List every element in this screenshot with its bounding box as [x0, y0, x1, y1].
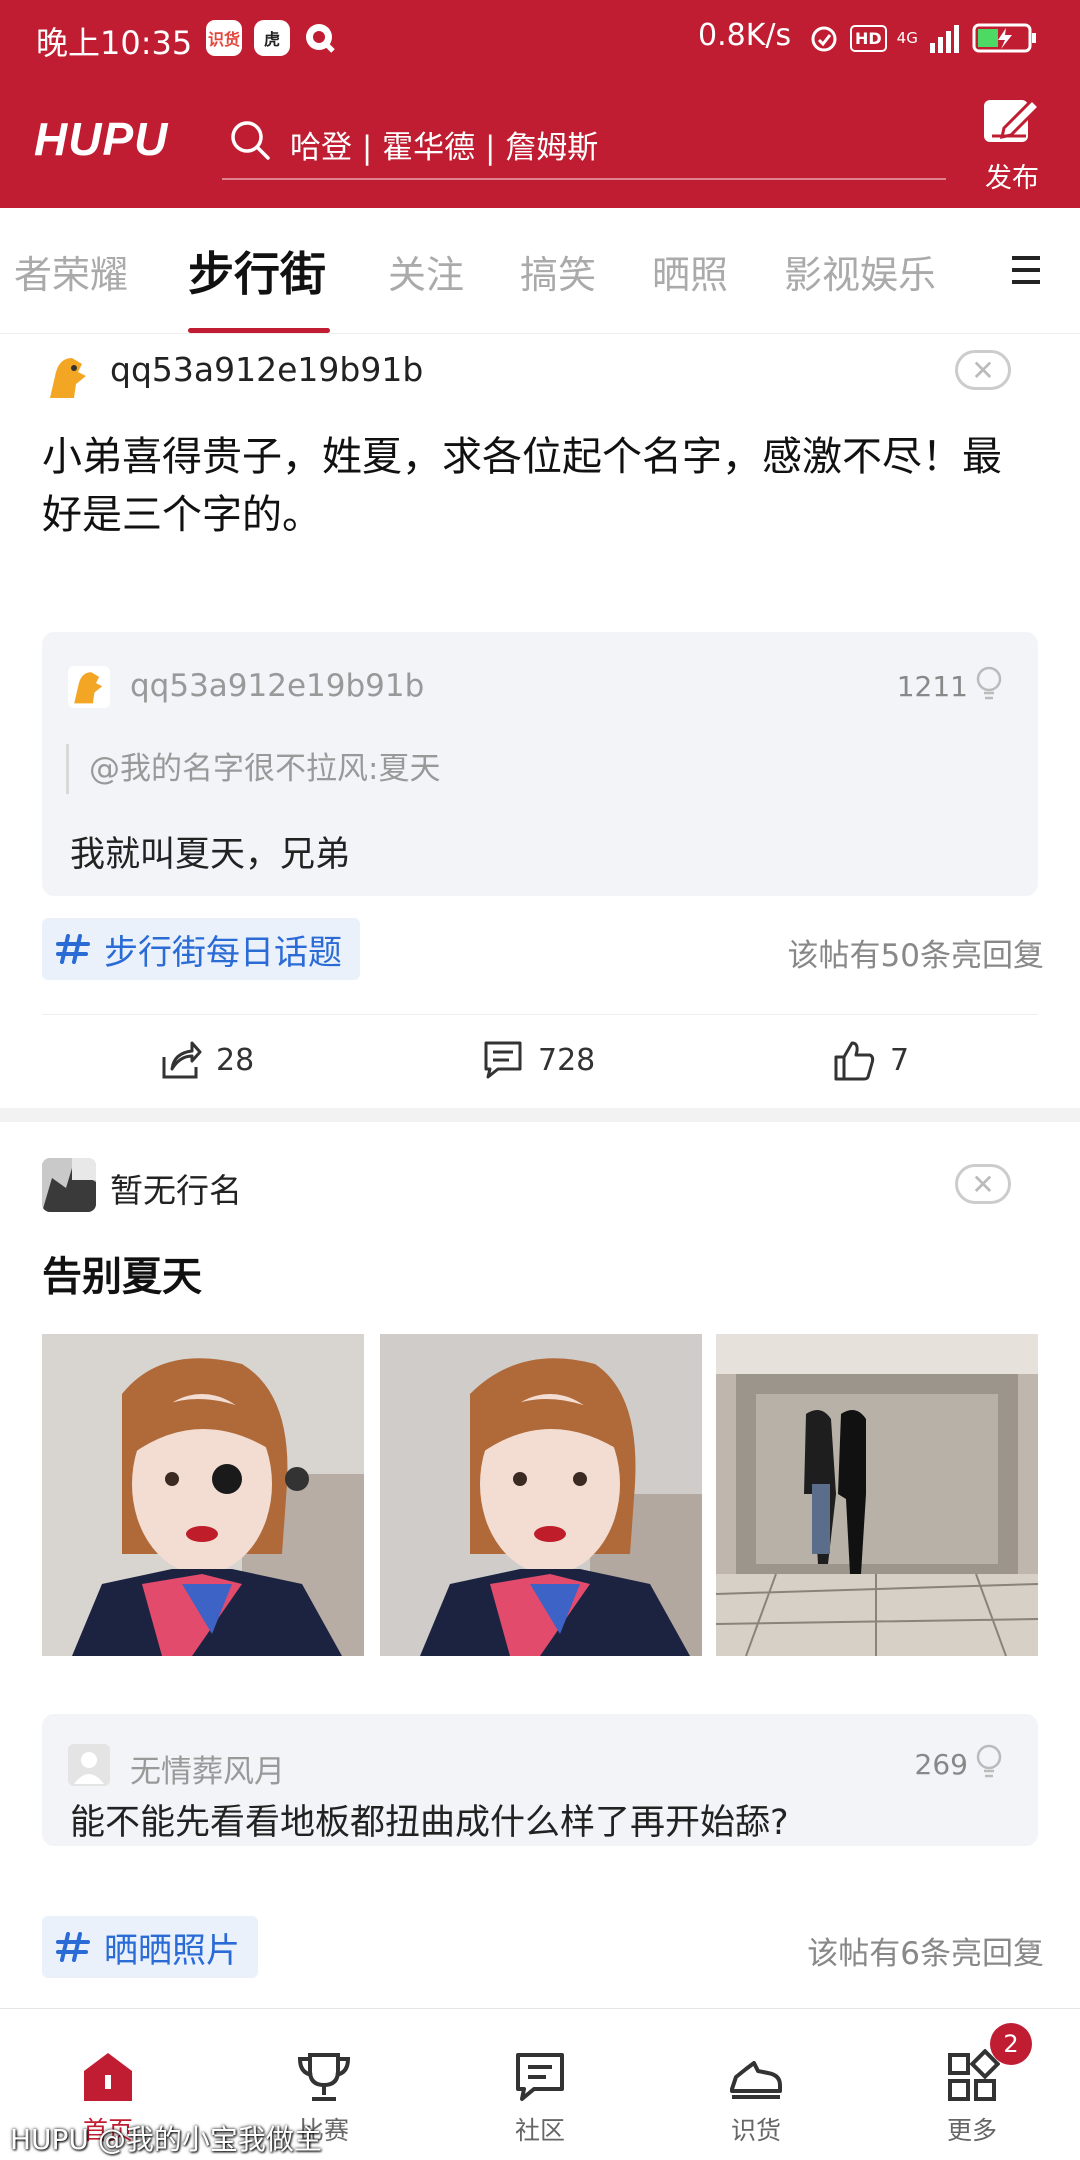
highlight-reply-count[interactable]: 该帖有50条亮回复 — [788, 930, 1044, 975]
channel-tabs: 者荣耀 步行街 关注 搞笑 晒照 影视娱乐 — [0, 208, 1080, 334]
hd-icon: HD — [850, 24, 887, 52]
tab-bxj[interactable]: 步行街 — [188, 238, 326, 304]
trophy-icon — [297, 2053, 351, 2101]
status-icons: HD 4G — [808, 20, 1038, 56]
close-icon: ✕ — [971, 1167, 995, 1201]
avatar[interactable] — [42, 1158, 96, 1212]
username[interactable]: 暂无行名 — [110, 1164, 242, 1212]
reply-like-count: 269 — [914, 1748, 968, 1781]
reply-username: qq53a912e19b91b — [130, 668, 425, 704]
tab-funny[interactable]: 搞笑 — [520, 244, 596, 299]
topic-icon — [56, 1932, 90, 1962]
share-button[interactable]: 28 — [160, 1039, 254, 1081]
reply-like-count: 1211 — [896, 670, 968, 703]
notification-badge: 2 — [990, 2023, 1032, 2065]
share-count: 28 — [216, 1042, 255, 1078]
sneaker-icon — [730, 2061, 782, 2099]
community-icon — [516, 2053, 564, 2101]
hupu-logo[interactable]: HUPU — [34, 112, 168, 166]
comment-button[interactable]: 728 — [482, 1039, 595, 1081]
share-icon — [162, 1041, 202, 1079]
network-type: 4G — [896, 29, 918, 47]
reply-text: 我就叫夏天，兄弟 — [70, 835, 351, 875]
chevron-right-icon: › — [1026, 930, 1038, 963]
status-time: 晚上10:35 — [36, 24, 193, 62]
search-bar[interactable]: 哈登 | 霍华德 | 詹姆斯 — [222, 110, 946, 180]
like-count: 7 — [890, 1042, 910, 1078]
reply-avatar — [68, 666, 110, 708]
tab-entertainment[interactable]: 影视娱乐 — [784, 244, 936, 299]
app: 晚上10:35 识货 虎 0.8K/s HD 4G HUPU 哈登 | 霍华德 … — [0, 0, 1080, 2160]
reply-quote: @我的名字很不拉风:夏天 — [66, 744, 440, 794]
lightbulb-icon[interactable] — [974, 1744, 1004, 1780]
search-icon — [231, 121, 270, 160]
comment-icon — [484, 1041, 522, 1079]
publish-label: 发布 — [985, 163, 1039, 194]
hupu-app-icon: 虎 — [254, 20, 290, 56]
highlight-reply-count[interactable]: 该帖有6条亮回复 — [807, 1928, 1044, 1973]
nav-label: 社区 — [514, 2116, 565, 2145]
post-title[interactable]: 告别夏天 — [42, 1248, 1032, 1306]
chevron-right-icon: › — [1026, 1928, 1038, 1961]
nav-label: 更多 — [946, 2116, 997, 2145]
feed-post[interactable]: 暂无行名 ✕ 告别夏天 无情葬风月 269 能不能先看看地板都扭曲成什么样了再开… — [0, 1122, 1080, 2008]
chat-app-icon — [302, 20, 338, 56]
feed-divider — [0, 1108, 1080, 1122]
topic-label: 步行街每日话题 — [104, 932, 342, 973]
nav-label: 识货 — [730, 2116, 781, 2145]
search-placeholder: 哈登 | 霍华德 | 詹姆斯 — [290, 130, 599, 166]
status-bar: 晚上10:35 识货 虎 0.8K/s HD 4G — [0, 0, 1080, 76]
menu-icon[interactable] — [1010, 253, 1042, 287]
home-icon — [84, 2053, 132, 2101]
close-icon: ✕ — [971, 353, 995, 387]
tab-photos[interactable]: 晒照 — [652, 244, 728, 299]
topic-tag[interactable]: 步行街每日话题 — [42, 918, 360, 980]
compose-icon — [984, 97, 1042, 142]
post-title[interactable]: 小弟喜得贵子，姓夏，求各位起个名字，感激不尽！最好是三个字的。 — [42, 428, 1032, 544]
lightbulb-icon[interactable] — [974, 666, 1004, 702]
highlight-reply[interactable]: qq53a912e19b91b 1211 @我的名字很不拉风:夏天 我就叫夏天，… — [42, 632, 1038, 896]
shihuo-app-icon: 识货 — [206, 20, 242, 56]
like-button[interactable]: 7 — [832, 1039, 909, 1081]
topic-tag[interactable]: 晒晒照片 — [42, 1916, 258, 1978]
post-image[interactable] — [716, 1334, 1038, 1656]
username[interactable]: qq53a912e19b91b — [110, 350, 423, 389]
signal-icon — [929, 25, 959, 53]
comment-count: 728 — [538, 1042, 596, 1078]
publish-button[interactable]: 发布 — [980, 96, 1044, 196]
alarm-icon — [811, 26, 837, 52]
post-image[interactable] — [380, 1334, 702, 1656]
active-tab-indicator — [188, 328, 330, 333]
nav-shihuo[interactable]: 识货 — [696, 2049, 816, 2147]
nav-community[interactable]: 社区 — [480, 2049, 600, 2147]
tab-honor-of-kings[interactable]: 者荣耀 — [14, 244, 128, 299]
battery-charging-icon — [972, 23, 1036, 53]
app-header: 晚上10:35 识货 虎 0.8K/s HD 4G HUPU 哈登 | 霍华德 … — [0, 0, 1080, 208]
dismiss-button[interactable]: ✕ — [955, 350, 1011, 390]
dismiss-button[interactable]: ✕ — [955, 1164, 1011, 1204]
post-image[interactable] — [42, 1334, 364, 1656]
highlight-reply[interactable]: 无情葬风月 269 能不能先看看地板都扭曲成什么样了再开始舔? — [42, 1714, 1038, 1846]
topic-label: 晒晒照片 — [104, 1930, 240, 1971]
watermark: HUPU @我的小宝我做主 — [10, 2123, 322, 2156]
reply-text: 能不能先看看地板都扭曲成什么样了再开始舔? — [70, 1803, 789, 1843]
network-speed: 0.8K/s — [698, 18, 792, 53]
apps-grid-icon — [948, 2049, 1000, 2101]
avatar[interactable] — [42, 350, 96, 404]
tab-follow[interactable]: 关注 — [388, 244, 464, 299]
topic-icon — [56, 934, 90, 964]
reply-username: 无情葬风月 — [130, 1754, 285, 1790]
post-actions: 28 728 7 — [42, 1014, 1038, 1108]
thumbs-up-icon — [834, 1041, 875, 1081]
reply-avatar — [68, 1744, 110, 1786]
feed-post[interactable]: qq53a912e19b91b ✕ 小弟喜得贵子，姓夏，求各位起个名字，感激不尽… — [0, 334, 1080, 1108]
